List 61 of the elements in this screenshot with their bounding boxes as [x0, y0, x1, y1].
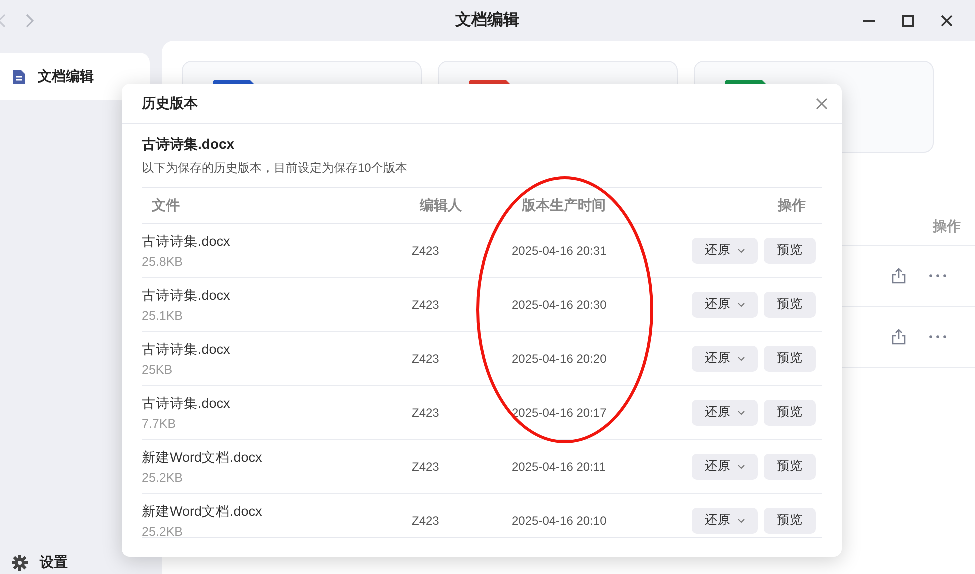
editor-cell-text: Z423 [412, 514, 440, 528]
window-title: 文档编辑 [456, 10, 520, 31]
more-icon[interactable] [929, 335, 947, 339]
preview-button[interactable]: 预览 [764, 238, 816, 264]
description-text: 以下为保存的历史版本，目前设定为保存10个版本 [142, 160, 822, 188]
time-cell-text: 2025-04-16 20:20 [512, 352, 608, 366]
file-name: 新建Word文档.docx [142, 502, 264, 520]
maximize-icon[interactable] [902, 14, 914, 26]
restore-button[interactable]: 还原 [692, 292, 758, 318]
file-size: 25.8KB [142, 254, 184, 268]
caret-icon [738, 302, 745, 306]
preview-button[interactable]: 预览 [764, 508, 816, 534]
sidebar-label: 文档编辑 [38, 68, 94, 86]
file-size: 25.2KB [142, 524, 184, 537]
editor-cell-text: Z423 [412, 460, 440, 474]
column-header: 版本生产时间 [520, 196, 607, 214]
time-cell-text: 2025-04-16 20:31 [512, 244, 608, 258]
preview-button[interactable]: 预览 [764, 292, 816, 318]
preview-button[interactable]: 预览 [764, 400, 816, 426]
caret-icon [738, 464, 745, 468]
file-name: 古诗诗集.docx [142, 232, 232, 250]
more-icon[interactable] [929, 274, 947, 278]
gear-icon [12, 555, 28, 571]
caret-icon [738, 518, 745, 522]
restore-button[interactable]: 还原 [692, 238, 758, 264]
file-size: 25KB [142, 362, 174, 376]
share-icon[interactable] [891, 268, 907, 284]
file-name: 古诗诗集.docx [142, 136, 236, 154]
time-cell-text: 2025-04-16 20:10 [512, 514, 608, 528]
restore-button[interactable]: 还原 [692, 346, 758, 372]
editor-cell-text: Z423 [412, 406, 440, 420]
file-size: 25.2KB [142, 470, 184, 484]
caret-icon [738, 356, 745, 360]
close-icon[interactable] [941, 14, 953, 26]
sidebar-label: 设置 [40, 554, 68, 572]
restore-button[interactable]: 还原 [692, 508, 758, 534]
column-header: 编辑人 [418, 196, 463, 214]
file-size: 7.7KB [142, 416, 178, 430]
document-icon [12, 68, 26, 84]
editor-cell-text: Z423 [412, 244, 440, 258]
editor-cell-text: Z423 [412, 352, 440, 366]
file-size: 25.1KB [142, 308, 184, 322]
caret-icon [738, 410, 745, 414]
share-icon[interactable] [891, 329, 907, 345]
preview-button[interactable]: 预览 [764, 454, 816, 480]
file-name: 古诗诗集.docx [142, 394, 232, 412]
caret-icon [738, 248, 745, 252]
time-cell-text: 2025-04-16 20:17 [512, 406, 608, 420]
restore-button[interactable]: 还原 [692, 400, 758, 426]
editor-cell-text: Z423 [412, 298, 440, 312]
time-cell-text: 2025-04-16 20:30 [512, 298, 608, 312]
column-header: 操作 [776, 196, 807, 214]
file-name: 新建Word文档.docx [142, 448, 264, 466]
settings-item[interactable]: 设置 [0, 550, 150, 574]
file-name: 古诗诗集.docx [142, 286, 232, 304]
column-header: 操作 [933, 218, 961, 236]
column-header: 文件 [151, 196, 181, 214]
time-cell-text: 2025-04-16 20:11 [512, 460, 607, 474]
file-name: 古诗诗集.docx [142, 340, 232, 358]
restore-button[interactable]: 还原 [692, 454, 758, 480]
preview-button[interactable]: 预览 [764, 346, 816, 372]
